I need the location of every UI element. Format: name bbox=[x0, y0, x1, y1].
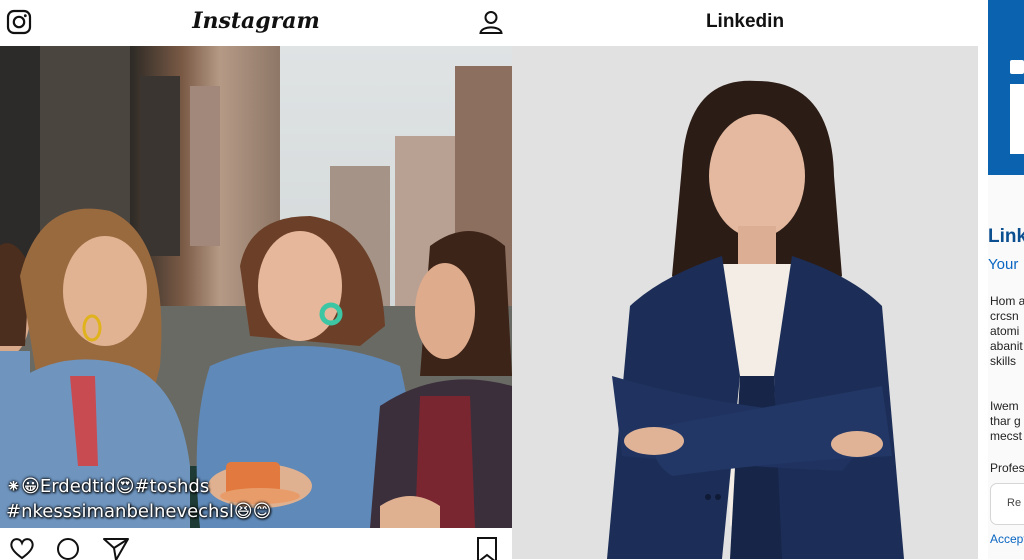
business-woman-photo bbox=[512, 46, 978, 559]
heart-icon[interactable] bbox=[8, 536, 36, 560]
linkedin-logo bbox=[988, 0, 1024, 175]
post-photo[interactable] bbox=[0, 46, 512, 528]
caption-line-1: ⁕😀Erdedtid😍#toshds bbox=[6, 476, 210, 497]
card-paragraph-2: Iwem thar g mecst bbox=[990, 399, 1023, 443]
logo-dot bbox=[1010, 60, 1024, 74]
linkedin-title: Linkedin bbox=[705, 11, 785, 32]
card-paragraph-1: Hom a crcsn atomi abanit skills bbox=[990, 294, 1024, 368]
bookmark-icon[interactable] bbox=[474, 536, 502, 560]
profile-icon[interactable] bbox=[478, 9, 504, 35]
linkedin-header: Linkedin bbox=[512, 0, 978, 46]
caption-line-2: #nkesssimanbelnevechsl😆😊 bbox=[6, 501, 272, 522]
post-actions bbox=[0, 528, 512, 560]
instagram-header: Instagram bbox=[0, 0, 512, 46]
comment-icon[interactable] bbox=[54, 536, 82, 560]
card-brand: Link bbox=[988, 226, 1024, 247]
card-button-label: Re bbox=[1007, 497, 1022, 509]
card-subtitle: Your bbox=[988, 256, 1019, 273]
logo-stem bbox=[1010, 84, 1024, 154]
card-button[interactable]: Re bbox=[990, 483, 1024, 525]
post-caption: ⁕😀Erdedtid😍#toshds #nkesssimanbelnevechs… bbox=[6, 474, 506, 524]
instagram-post: Instagram ⁕😀Erdedtid😍#toshds #nkesssiman… bbox=[0, 0, 512, 560]
card-label: Profes bbox=[990, 461, 1024, 475]
instagram-title: Instagram bbox=[192, 8, 320, 34]
profile-photo[interactable] bbox=[512, 46, 978, 559]
share-icon[interactable] bbox=[102, 536, 130, 560]
card-link[interactable]: Accept bbox=[990, 532, 1024, 546]
panel-divider bbox=[978, 0, 988, 559]
linkedin-post: Linkedin bbox=[512, 0, 978, 559]
linkedin-info-card: Link Your Hom a crcsn atomi abanit skill… bbox=[988, 0, 1024, 559]
cafe-friends-photo bbox=[0, 46, 512, 528]
